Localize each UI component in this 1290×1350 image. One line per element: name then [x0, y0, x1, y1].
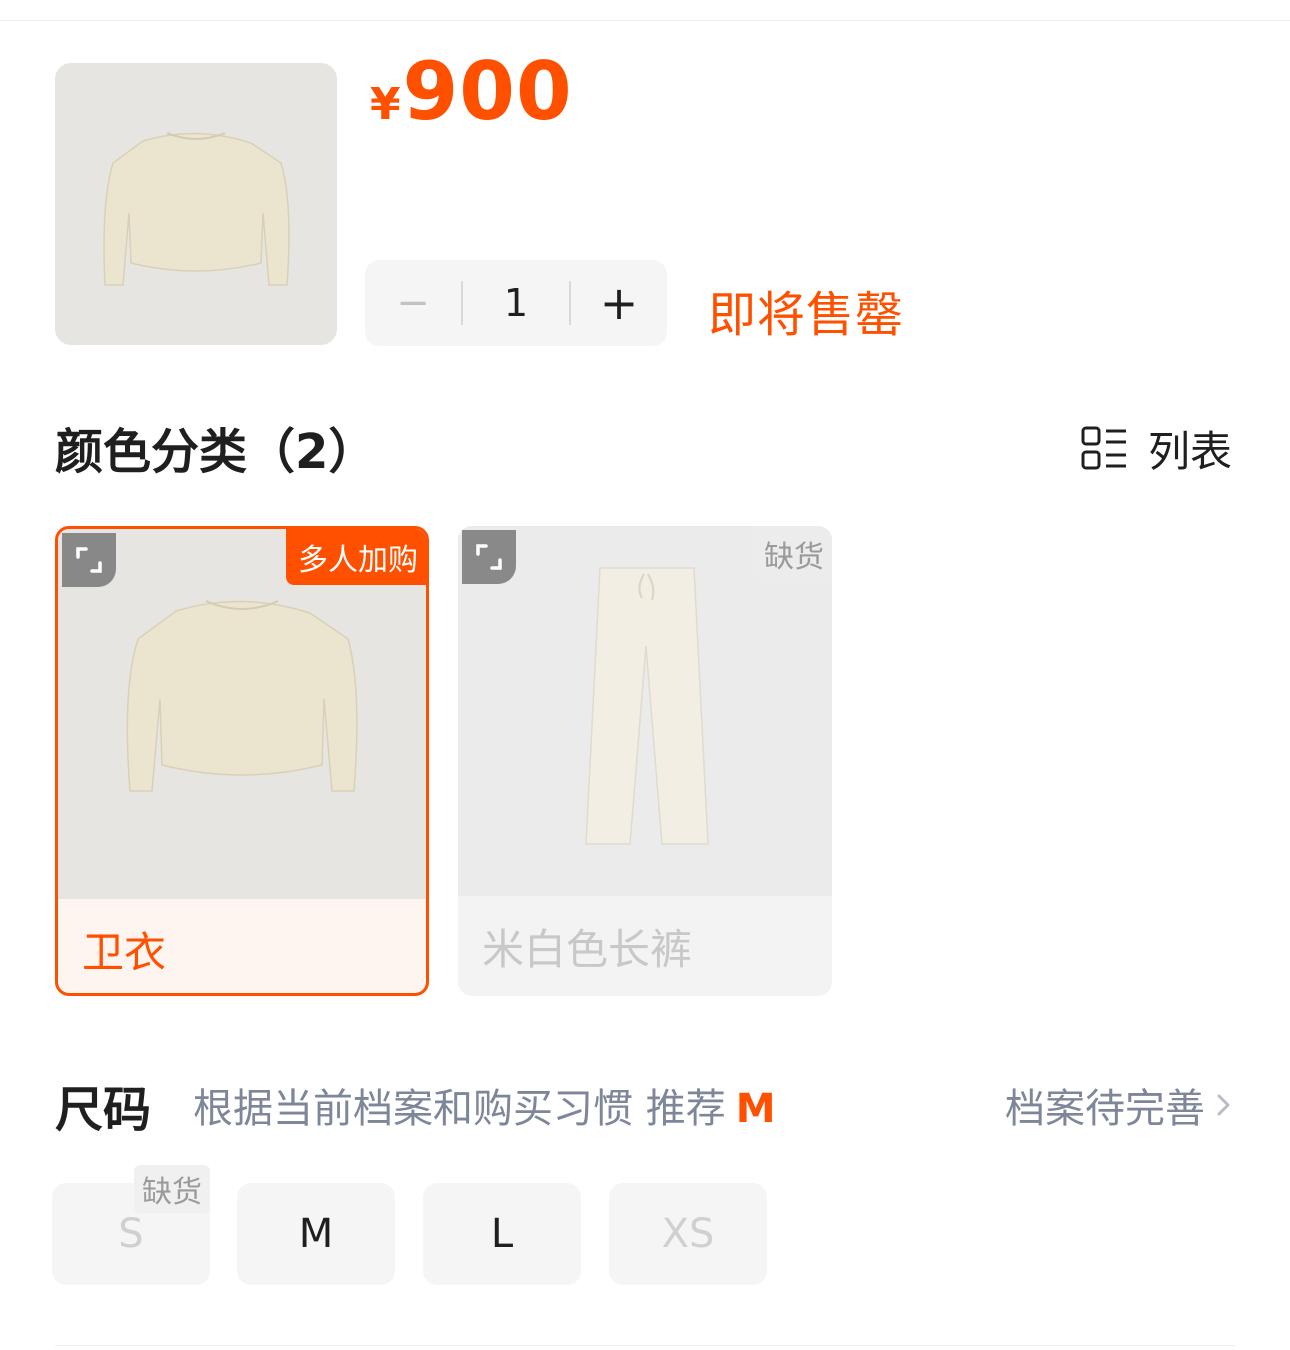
size-label: XS [661, 1211, 715, 1257]
option-label: 米白色长裤 [482, 925, 693, 974]
recommendation-text: 根据当前档案和购买习惯 推荐 [193, 1086, 726, 1132]
size-header: 尺码 根据当前档案和购买习惯 推荐 M 档案待完善 [55, 1070, 1235, 1138]
list-view-label: 列表 [1148, 427, 1233, 476]
size-option-s[interactable]: S 缺货 [52, 1165, 210, 1285]
increase-button[interactable]: + [571, 260, 667, 346]
size-option-xs[interactable]: XS [609, 1183, 767, 1285]
price: ¥ 900 [370, 45, 573, 138]
expand-image-button[interactable] [462, 530, 516, 584]
size-option-l[interactable]: L [423, 1183, 581, 1285]
size-label: L [490, 1211, 514, 1257]
color-option-pants[interactable]: 缺货 米白色长裤 [458, 526, 832, 996]
out-of-stock-badge: 缺货 [754, 526, 832, 582]
size-section-title: 尺码 [55, 1082, 152, 1138]
size-recommendation: 根据当前档案和购买习惯 推荐 M [193, 1076, 776, 1134]
recommended-size: M [735, 1086, 776, 1132]
bottom-divider [55, 1345, 1235, 1346]
chevron-right-icon [1217, 1094, 1230, 1116]
top-divider [0, 20, 1290, 21]
currency-symbol: ¥ [370, 79, 401, 130]
product-thumbnail[interactable] [55, 63, 337, 345]
size-label: M [298, 1211, 334, 1257]
option-label: 卫衣 [82, 928, 167, 977]
out-of-stock-badge: 缺货 [134, 1165, 210, 1213]
expand-image-button[interactable] [62, 533, 116, 587]
list-view-toggle[interactable]: 列表 [1080, 418, 1232, 479]
popular-badge: 多人加购 [286, 529, 426, 585]
stock-status: 即将售罄 [708, 287, 905, 343]
decrease-button[interactable]: − [365, 260, 461, 346]
expand-icon [76, 547, 102, 573]
profile-link[interactable]: 档案待完善 [1005, 1076, 1235, 1134]
profile-link-label: 档案待完善 [1005, 1086, 1205, 1132]
color-option-sweatshirt[interactable]: 多人加购 卫衣 [55, 526, 429, 996]
quantity-value[interactable]: 1 [463, 281, 569, 325]
size-option-m[interactable]: M [237, 1183, 395, 1285]
price-value: 900 [402, 45, 573, 138]
sweater-image [103, 132, 290, 286]
quantity-stepper: − 1 + [365, 260, 667, 346]
expand-icon [476, 544, 502, 570]
list-view-icon [1081, 426, 1126, 469]
size-label: S [118, 1211, 144, 1257]
color-section-title: 颜色分类（2） [55, 424, 377, 480]
